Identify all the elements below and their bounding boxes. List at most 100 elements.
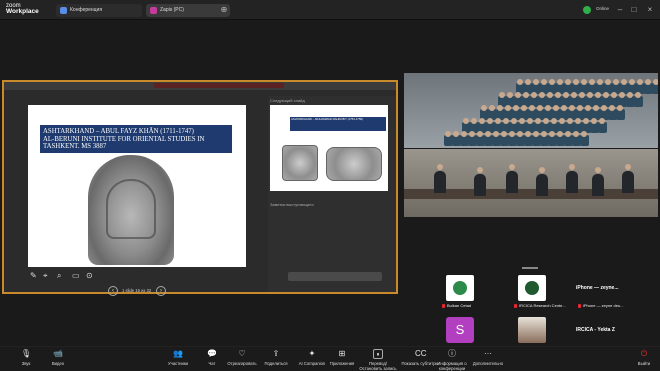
toolbar-label: Отреагировать (227, 361, 257, 366)
audience-member (599, 118, 605, 124)
audience-member (531, 92, 537, 98)
audience-member (477, 131, 483, 137)
audience-member (461, 131, 467, 137)
audience-member (515, 92, 521, 98)
audience-member (555, 92, 561, 98)
toolbar-icon: ⏻ (640, 349, 648, 358)
app-name-bottom: Workplace (6, 8, 39, 15)
toolbar-button-10[interactable]: ⓘ Информация о конференции (432, 349, 472, 371)
pen-icon[interactable]: ✎ (30, 271, 37, 280)
audience-member (619, 92, 625, 98)
audience-member (495, 118, 501, 124)
audience-member (487, 118, 493, 124)
avatar: S (446, 317, 474, 343)
audience-member (525, 131, 531, 137)
gallery-divider[interactable] (522, 267, 538, 269)
audience-member (507, 92, 513, 98)
notes-scrollbar[interactable] (288, 272, 382, 281)
toolbar-button-12[interactable]: ⏻ Выйти (624, 349, 660, 366)
panelist (434, 171, 446, 193)
toolbar-icon: CC (415, 349, 427, 358)
toolbar-label: Поделиться (264, 361, 288, 366)
close-tab-icon[interactable]: ⊕ (218, 4, 230, 16)
toolbar-button-1[interactable]: 📹 Видео (38, 349, 78, 366)
maximize-icon[interactable]: □ (628, 4, 640, 16)
audience-member (497, 105, 503, 111)
toolbar-label: Перевод/Остановить запись (359, 361, 397, 371)
toolbar-icon: ⓘ (448, 349, 456, 358)
video-audience[interactable] (404, 73, 658, 148)
audience-member (617, 105, 623, 111)
audience-member (569, 105, 575, 111)
prev-slide-icon[interactable]: ‹ (108, 286, 118, 296)
audience-member (653, 79, 658, 85)
panelist (566, 171, 578, 193)
participant-tile[interactable]: Bulkan Cetad (440, 273, 482, 315)
video-panel[interactable] (404, 149, 658, 217)
audience-member (469, 131, 475, 137)
video-gallery (404, 73, 658, 217)
status-dot-icon (583, 6, 591, 14)
panelist-head (595, 167, 601, 173)
close-window-icon[interactable]: × (644, 4, 656, 16)
toolbar-label: Звук (21, 361, 31, 366)
next-slide-thumb[interactable]: ASHTARKHAND – MUHAMMAD RAHIM BIY (1753-1… (270, 105, 388, 191)
app-brand: zoom Workplace (6, 3, 39, 15)
meeting-toolbar: 🎙 Звук 📹 Видео 👥 Участники 💬 Чат ♡ Отреагировать ⇪… (0, 346, 660, 371)
toolbar-icon: 📹 (53, 349, 63, 358)
rec-icon (150, 7, 157, 14)
participant-tile[interactable]: iPhone — zeyne... iPhone — zeyne deu... (576, 273, 623, 315)
audience-member (635, 92, 641, 98)
thumb-heading: ASHTARKHAND – MUHAMMAD RAHIM BIY (1753-1… (290, 117, 386, 131)
audience-member (527, 118, 533, 124)
more-icon[interactable]: ⊙ (86, 271, 93, 280)
audience-member (541, 79, 547, 85)
audience-member (489, 105, 495, 111)
next-slide-icon[interactable]: › (156, 286, 166, 296)
audience-member (611, 92, 617, 98)
audience-member (511, 118, 517, 124)
audience-member (537, 105, 543, 111)
participant-name: iPhone — zeyne deu... (578, 303, 623, 308)
status-label: Online (596, 6, 610, 11)
toolbar-button-7[interactable]: ⊞ Приложения (322, 349, 362, 366)
panelist-head (625, 164, 631, 170)
zoom-icon[interactable]: ⌕ (57, 271, 61, 281)
toolbar-button-11[interactable]: ··· Дополнительно (468, 349, 508, 366)
avatar (518, 317, 546, 343)
slides-icon[interactable]: ▭ (72, 271, 80, 280)
toolbar-icon: 💬 (207, 349, 217, 358)
audience-member (547, 92, 553, 98)
audience-member (573, 79, 579, 85)
logo-avatar (446, 275, 474, 301)
participant-tile[interactable]: IRCICA Research Cente... (512, 273, 566, 315)
audience-member (577, 105, 583, 111)
audience-member (521, 105, 527, 111)
toolbar-button-8[interactable]: ⏸ Перевод/Остановить запись (358, 349, 398, 371)
audience-member (583, 118, 589, 124)
participant-name: IRCICA Research Cente... (514, 303, 566, 308)
audience-member (543, 118, 549, 124)
toolbar-button-5[interactable]: ⇪ Поделиться (256, 349, 296, 366)
toolbar-label: Видео (51, 361, 65, 366)
coin-image (326, 147, 382, 181)
laser-icon[interactable]: ⌖ (43, 271, 48, 281)
audience-member (581, 79, 587, 85)
audience-member (637, 79, 643, 85)
participant-display-name: IRCICA - Yekta Z (576, 327, 615, 333)
tab-conference[interactable]: Конференция (56, 4, 142, 17)
audience-member (603, 92, 609, 98)
audience-member (563, 92, 569, 98)
mic-off-icon (514, 303, 517, 308)
toolbar-icon: ⏸ (373, 349, 383, 359)
speaker-notes-label: Заметки выступающего (270, 202, 314, 207)
audience-member (629, 79, 635, 85)
toolbar-icon: ··· (484, 349, 492, 358)
audience-member (561, 105, 567, 111)
audience-member (597, 79, 603, 85)
minimize-icon[interactable]: – (614, 4, 626, 16)
audience-member (587, 92, 593, 98)
audience-member (627, 92, 633, 98)
coin-image (282, 145, 318, 181)
toolbar-icon: ♡ (238, 349, 246, 358)
